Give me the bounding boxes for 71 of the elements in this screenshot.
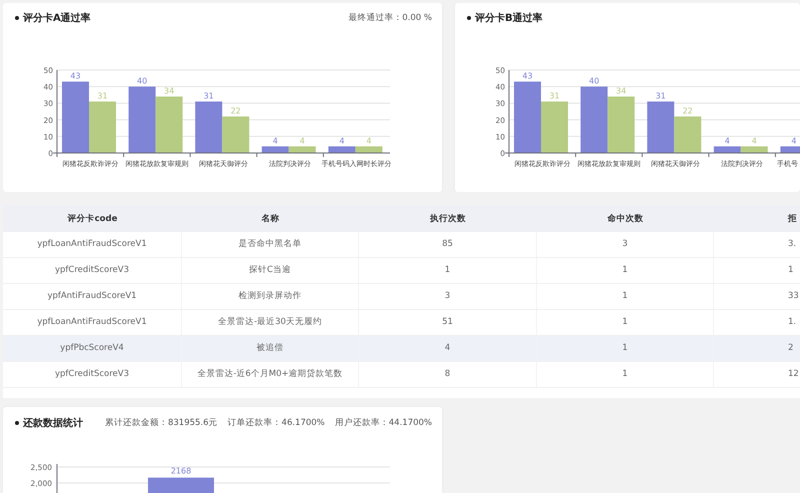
table-row[interactable]: ypfPbcScoreV4 被追偿 4 1 2 bbox=[3, 336, 800, 362]
bar-value-label: 22 bbox=[230, 106, 241, 116]
column-header: 名称 bbox=[260, 212, 280, 224]
table-cell: 被追偿 bbox=[182, 336, 359, 361]
bar-value-label: 22 bbox=[682, 106, 693, 116]
bar-value-label: 40 bbox=[137, 76, 148, 86]
bar-value-label: 31 bbox=[549, 92, 560, 101]
bar-value-label: 34 bbox=[616, 86, 626, 96]
bar-value-label: 4 bbox=[752, 136, 757, 146]
table-cell: 1 bbox=[537, 258, 714, 283]
repayment-stat: 累计还款金额：831955.6元 bbox=[104, 417, 218, 429]
table-cell: 全景雷达-近6个月M0+逾期贷款笔数 bbox=[182, 362, 359, 387]
bar-value-label: 4 bbox=[300, 136, 305, 146]
table-cell: 全景雷达-最近30天无履约 bbox=[182, 310, 359, 335]
table-cell-text: 12 bbox=[787, 368, 800, 381]
table-cell: ypfLoanAntiFraudScoreV1 bbox=[3, 232, 182, 257]
table-cell: ypfCreditScoreV3 bbox=[3, 258, 182, 283]
bar-value-label: 4 bbox=[366, 136, 372, 146]
table-cell-text: 1 bbox=[787, 264, 794, 277]
table-cell: 4 bbox=[359, 336, 537, 361]
table-cell: 8 bbox=[359, 362, 537, 387]
card-title: 还款数据统计 bbox=[23, 416, 83, 430]
repayment-stat: 订单还款率：46.1700% bbox=[228, 417, 325, 429]
bar-value-label: 31 bbox=[97, 92, 108, 101]
bar-value-label: 2168 bbox=[170, 466, 192, 476]
table-row[interactable]: ypfAntiFraudScoreV1 检测到录屏动作 3 1 33 bbox=[3, 284, 800, 310]
table-cell: 85 bbox=[359, 232, 537, 257]
table-cell-text: 1. bbox=[787, 316, 798, 329]
table-row[interactable]: ypfCreditScoreV3 探针C当逾 1 1 1 bbox=[3, 258, 800, 284]
table-cell: ypfCreditScoreV3 bbox=[3, 362, 182, 387]
bar-value-label: 4 bbox=[724, 136, 730, 146]
table-cell: 1 bbox=[537, 336, 714, 361]
bar-value-label: 34 bbox=[164, 86, 174, 96]
bullet-icon bbox=[467, 16, 471, 20]
table-cell-text: 33 bbox=[787, 290, 800, 303]
table-cell: 检测到录屏动作 bbox=[182, 284, 359, 309]
column-header: 评分卡code bbox=[66, 212, 118, 224]
table-cell: 1 bbox=[359, 258, 537, 283]
table-cell: 3 bbox=[359, 284, 537, 309]
bar-value-label: 4 bbox=[339, 136, 344, 146]
table-cell: 1 bbox=[537, 362, 714, 387]
table-cell: ypfLoanAntiFraudScoreV1 bbox=[3, 310, 182, 335]
table-cell: ypfAntiFraudScoreV1 bbox=[3, 284, 182, 309]
column-header: 命中次数 bbox=[606, 212, 644, 224]
table-cell: 3 bbox=[537, 232, 714, 257]
bar-value-label: 40 bbox=[589, 76, 600, 86]
bar-value-label: 31 bbox=[204, 92, 214, 101]
table-cell: 是否命中黑名单 bbox=[182, 232, 359, 257]
repayment-stat: 用户还款率：44.1700% bbox=[334, 417, 432, 429]
table-cell-text: 2 bbox=[787, 342, 794, 355]
table-cell: 探针C当逾 bbox=[182, 258, 359, 283]
table-cell: 1 bbox=[537, 284, 714, 309]
card-title: 评分卡B通过率 bbox=[475, 11, 543, 25]
table-cell-text: 3. bbox=[787, 238, 798, 251]
y-axis bbox=[56, 464, 58, 493]
table-cell: ypfPbcScoreV4 bbox=[3, 336, 182, 361]
bullet-icon bbox=[15, 421, 19, 425]
bar-value-label: 4 bbox=[791, 136, 796, 146]
column-header: 拒 bbox=[786, 212, 798, 224]
column-header: 执行次数 bbox=[428, 212, 467, 224]
bar-value-label: 43 bbox=[70, 72, 81, 81]
table-cell: 1 bbox=[537, 310, 714, 335]
bar-value-label: 43 bbox=[522, 72, 533, 81]
bar-value-label: 4 bbox=[272, 136, 278, 146]
card-title: 评分卡A通过率 bbox=[23, 11, 91, 25]
bar-value-label: 31 bbox=[656, 92, 666, 101]
bullet-icon bbox=[15, 16, 19, 20]
table-row[interactable]: ypfLoanAntiFraudScoreV1 是否命中黑名单 85 3 3. bbox=[3, 232, 800, 258]
pass-rate-summary: 最终通过率：0.00 % bbox=[348, 12, 432, 24]
table-cell: 51 bbox=[359, 310, 537, 335]
table-row[interactable]: ypfCreditScoreV3 全景雷达-近6个月M0+逾期贷款笔数 8 1 12 bbox=[3, 362, 800, 388]
